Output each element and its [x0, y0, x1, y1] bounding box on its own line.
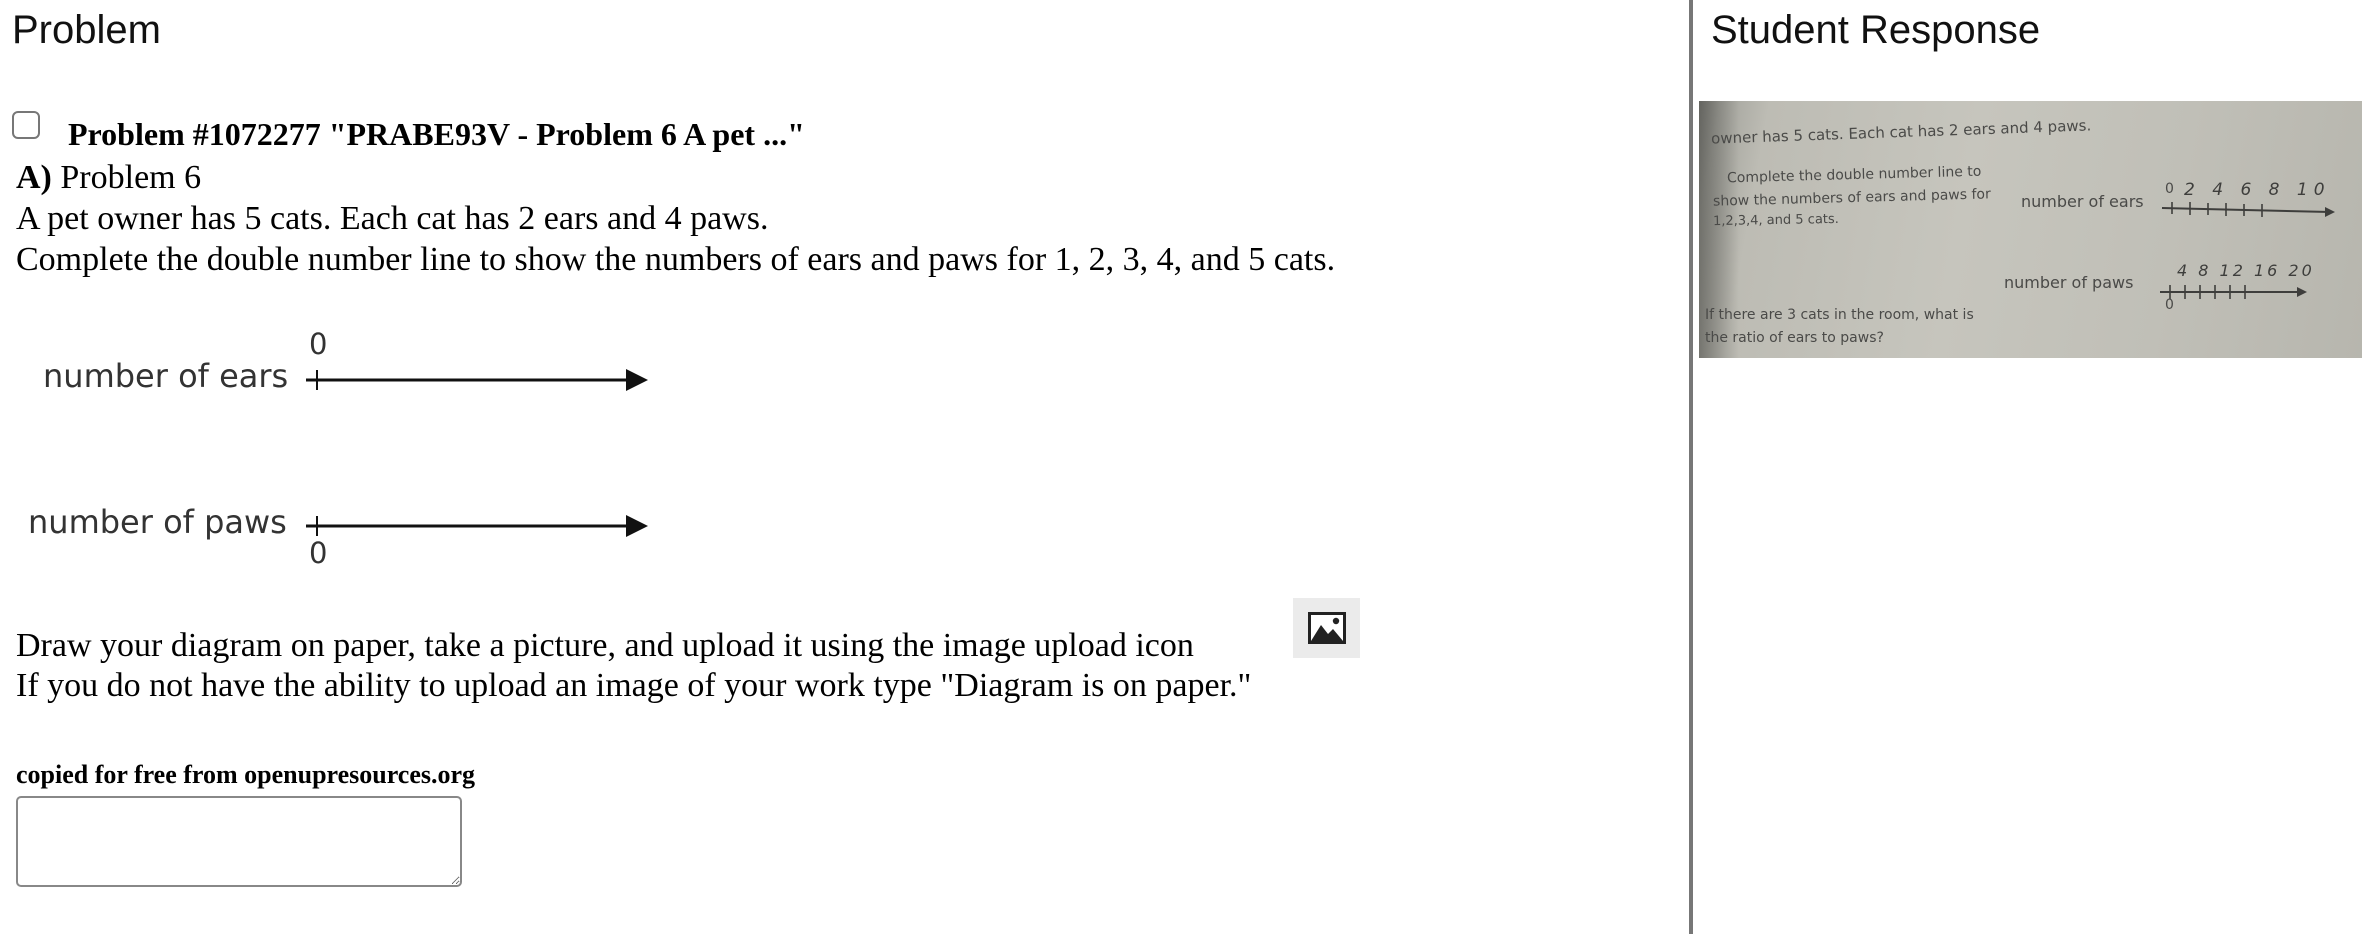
problem-title: Problem #1072277 "PRABE93V - Problem 6 A…: [68, 116, 805, 152]
photo-paws-handwritten-values: 4 8 12 16 20: [2177, 261, 2315, 280]
upload-instruction-1: Draw your diagram on paper, take a pictu…: [16, 627, 1194, 664]
student-response-photo: owner has 5 cats. Each cat has 2 ears an…: [1699, 101, 2362, 358]
problem-heading: Problem: [12, 8, 161, 52]
student-response-heading: Student Response: [1711, 8, 2041, 52]
photo-ears-handwritten-values: 2 4 6 8 10: [2184, 180, 2331, 200]
mountain-image-icon: [1307, 612, 1346, 644]
part-heading: A) Problem 6: [16, 159, 201, 197]
paws-zero-label: 0: [309, 536, 328, 570]
photo-paws-label: number of paws: [2004, 273, 2134, 292]
problem-statement-1: A pet owner has 5 cats. Each cat has 2 e…: [16, 200, 769, 237]
part-title: Problem 6: [60, 159, 202, 196]
image-upload-icon[interactable]: [1293, 598, 1360, 658]
photo-paws-arrowhead: [2297, 287, 2307, 297]
photo-ears-zero: 0: [2165, 181, 2174, 197]
double-number-line-diagram: number of ears 0 number of paws 0: [16, 320, 656, 580]
problem-pane: Problem Problem #1072277 "PRABE93V - Pro…: [0, 0, 1689, 934]
photo-ears-label: number of ears: [2021, 192, 2144, 211]
problem-statement-2: Complete the double number line to show …: [16, 241, 1336, 278]
source-attribution: copied for free from openupresources.org: [16, 760, 476, 789]
ears-zero-label: 0: [309, 327, 328, 361]
upload-instruction-2: If you do not have the ability to upload…: [16, 667, 1252, 704]
ears-label: number of ears: [43, 357, 289, 395]
photo-text-line-6: the ratio of ears to paws?: [1705, 330, 1884, 346]
photo-ears-arrowhead: [2325, 207, 2335, 217]
ears-arrowhead: [626, 369, 648, 391]
part-letter: A): [16, 159, 52, 196]
photo-paws-zero: 0: [2165, 297, 2174, 313]
problem-select-checkbox[interactable]: [12, 111, 40, 139]
paws-arrowhead: [626, 515, 648, 537]
answer-textarea[interactable]: [16, 796, 462, 887]
paws-label: number of paws: [28, 503, 287, 541]
photo-text-line-5: If there are 3 cats in the room, what is: [1705, 307, 1974, 323]
photo-ears-axis: [2161, 207, 2331, 213]
photo-text-line-4: 1,2,3,4, and 5 cats.: [1712, 211, 1839, 230]
student-response-pane: Student Response owner has 5 cats. Each …: [1693, 0, 2362, 934]
